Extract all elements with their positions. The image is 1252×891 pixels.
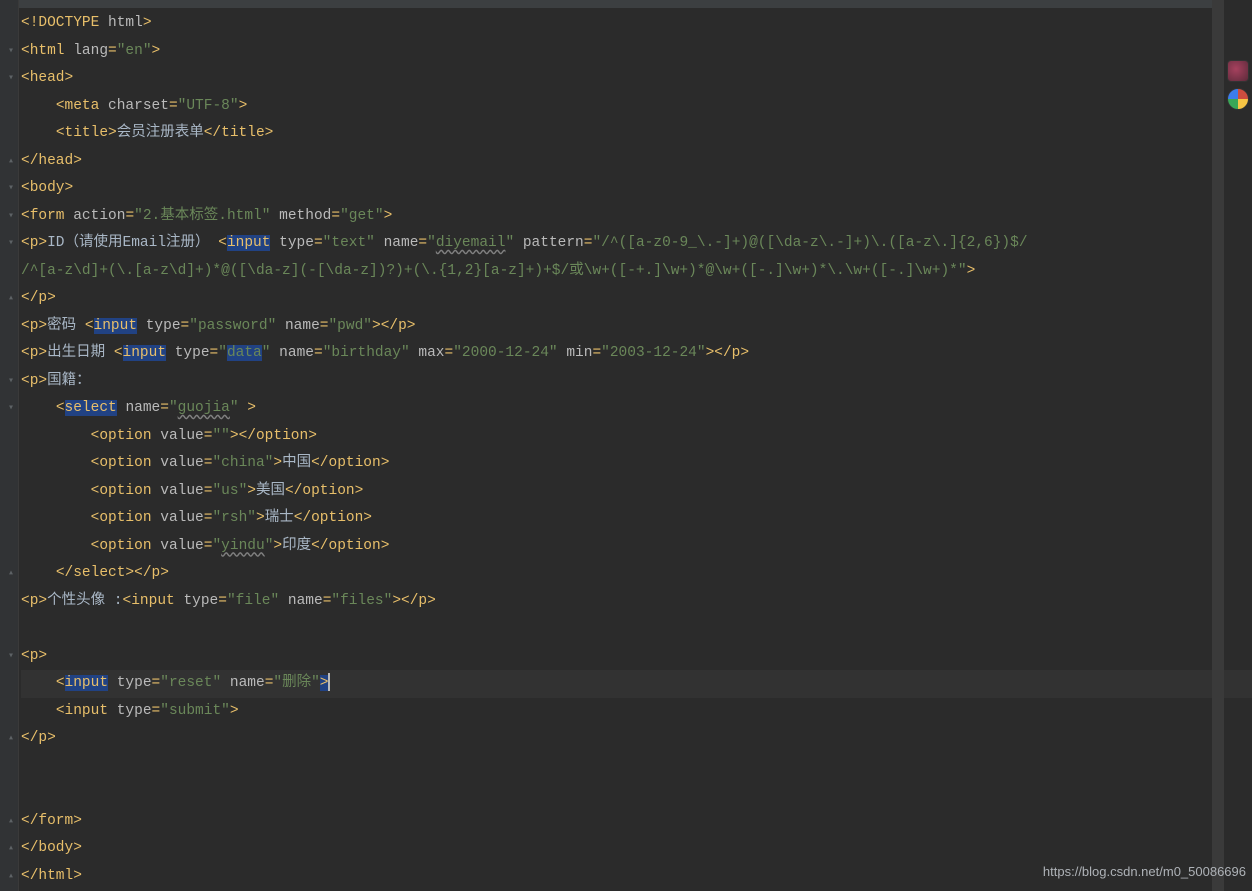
code-line[interactable]: <select name="guojia" > [21, 395, 1252, 423]
code-line[interactable]: <option value="us">美国</option> [21, 478, 1252, 506]
right-toolbar [1224, 60, 1252, 110]
fold-marker[interactable]: ▾ [0, 38, 18, 66]
fold-marker[interactable]: ▾ [0, 368, 18, 396]
editor-tabbar [19, 0, 1212, 8]
fold-marker[interactable] [0, 505, 18, 533]
code-editor[interactable]: ▾▾▴▾▾▾▴▾▾▴▾▴▴▴▴ <!DOCTYPE html><html lan… [0, 0, 1252, 891]
code-line[interactable]: <!DOCTYPE html> [21, 10, 1252, 38]
fold-marker[interactable] [0, 533, 18, 561]
fold-marker[interactable] [0, 258, 18, 286]
code-line[interactable]: /^[a-z\d]+(\.[a-z\d]+)*@([\da-z](-[\da-z… [21, 258, 1252, 286]
code-line[interactable]: <body> [21, 175, 1252, 203]
code-line[interactable]: </p> [21, 725, 1252, 753]
fold-marker[interactable]: ▴ [0, 148, 18, 176]
code-line[interactable]: <p>密码 <input type="password" name="pwd">… [21, 313, 1252, 341]
fold-marker[interactable] [0, 670, 18, 698]
fold-marker[interactable] [0, 588, 18, 616]
fold-marker[interactable] [0, 698, 18, 726]
fold-marker[interactable]: ▾ [0, 395, 18, 423]
fold-marker[interactable]: ▴ [0, 725, 18, 753]
fold-marker[interactable]: ▾ [0, 175, 18, 203]
code-line[interactable]: <p>出生日期 <input type="data" name="birthda… [21, 340, 1252, 368]
code-line[interactable]: <html lang="en"> [21, 38, 1252, 66]
code-line[interactable]: <p> [21, 643, 1252, 671]
code-line[interactable]: <meta charset="UTF-8"> [21, 93, 1252, 121]
code-line[interactable] [21, 615, 1252, 643]
fold-marker[interactable]: ▾ [0, 230, 18, 258]
code-line[interactable]: <title>会员注册表单</title> [21, 120, 1252, 148]
fold-marker[interactable] [0, 340, 18, 368]
code-line[interactable]: <input type="reset" name="删除"> [21, 670, 1252, 698]
code-line[interactable]: <option value="china">中国</option> [21, 450, 1252, 478]
code-line[interactable] [21, 753, 1252, 781]
fold-marker[interactable] [0, 423, 18, 451]
fold-marker[interactable]: ▴ [0, 285, 18, 313]
fold-marker[interactable] [0, 120, 18, 148]
scrollbar-vertical[interactable] [1212, 0, 1224, 891]
fold-marker[interactable] [0, 753, 18, 781]
code-line[interactable] [21, 780, 1252, 808]
text-caret [328, 673, 330, 691]
code-line[interactable]: <input type="submit"> [21, 698, 1252, 726]
code-line[interactable]: <p>国籍： [21, 368, 1252, 396]
code-line[interactable]: </head> [21, 148, 1252, 176]
fold-marker[interactable] [0, 313, 18, 341]
code-line[interactable]: <option value="yindu">印度</option> [21, 533, 1252, 561]
code-line[interactable]: </p> [21, 285, 1252, 313]
fold-marker[interactable]: ▾ [0, 203, 18, 231]
fold-marker[interactable] [0, 478, 18, 506]
fold-marker[interactable] [0, 615, 18, 643]
fold-marker[interactable]: ▴ [0, 560, 18, 588]
code-line[interactable]: <form action="2.基本标签.html" method="get"> [21, 203, 1252, 231]
ide-plugin-icon[interactable] [1227, 60, 1249, 82]
fold-marker[interactable]: ▴ [0, 863, 18, 891]
code-line[interactable]: <option value="rsh">瑞士</option> [21, 505, 1252, 533]
fold-marker[interactable]: ▾ [0, 65, 18, 93]
fold-marker[interactable] [0, 10, 18, 38]
status-url: https://blog.csdn.net/m0_50086696 [1043, 858, 1246, 886]
browser-preview-icon[interactable] [1227, 88, 1249, 110]
code-line[interactable]: <p>个性头像 :<input type="file" name="files"… [21, 588, 1252, 616]
gutter-fold-column[interactable]: ▾▾▴▾▾▾▴▾▾▴▾▴▴▴▴ [0, 0, 19, 891]
code-line[interactable]: </form> [21, 808, 1252, 836]
fold-marker[interactable] [0, 93, 18, 121]
code-area[interactable]: <!DOCTYPE html><html lang="en"><head> <m… [19, 0, 1252, 891]
fold-marker[interactable]: ▴ [0, 808, 18, 836]
code-line[interactable]: <p>ID（请使用Email注册） <input type="text" nam… [21, 230, 1252, 258]
code-line[interactable]: <head> [21, 65, 1252, 93]
code-line[interactable]: </select></p> [21, 560, 1252, 588]
fold-marker[interactable] [0, 780, 18, 808]
fold-marker[interactable]: ▴ [0, 835, 18, 863]
fold-marker[interactable]: ▾ [0, 643, 18, 671]
fold-marker[interactable] [0, 450, 18, 478]
code-line[interactable]: <option value=""></option> [21, 423, 1252, 451]
